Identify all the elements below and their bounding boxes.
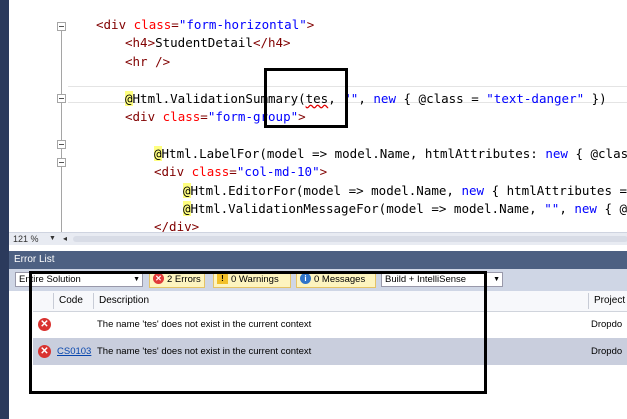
code-line[interactable]: <hr />	[125, 53, 170, 71]
code-token: <div	[154, 164, 192, 180]
code-token: "col-md-10"	[236, 164, 320, 180]
collapse-toggle-icon[interactable]	[57, 158, 66, 167]
window-left-edge	[0, 0, 9, 419]
chevron-down-icon: ▼	[493, 276, 500, 283]
code-line[interactable]: <div class="col-md-10">	[154, 163, 327, 181]
code-token: @	[183, 182, 191, 198]
code-token: new	[545, 145, 568, 161]
code-token: })	[584, 90, 607, 106]
collapse-toggle-icon[interactable]	[57, 140, 66, 149]
outline-guide	[61, 30, 62, 233]
horizontal-scrollbar[interactable]	[73, 236, 627, 242]
error-list-titlebar: Error List	[9, 251, 627, 269]
code-line[interactable]: @Html.ValidationSummary(tes, "", new { @…	[125, 90, 607, 108]
code-token: { @class =	[575, 145, 627, 161]
code-token: new	[574, 201, 597, 216]
code-line[interactable]: @Html.LabelFor(model => model.Name, html…	[154, 145, 627, 163]
code-line[interactable]: </div>	[154, 218, 199, 233]
code-token: =	[200, 109, 208, 124]
code-line[interactable]: <h4>StudentDetail</h4>	[125, 34, 291, 52]
code-token: ,	[358, 90, 374, 106]
annotation-box-errors	[29, 271, 487, 394]
error-project: Dropdo	[591, 319, 623, 330]
code-token: StudentDetail	[155, 35, 253, 51]
collapse-toggle-icon[interactable]	[57, 94, 66, 103]
code-token: </h4>	[252, 35, 291, 51]
code-token: class	[162, 109, 201, 124]
editor-status-bar: 121 % ▼ ◂	[9, 232, 627, 245]
code-token: Html.LabelFor(model => model.Name, htmlA…	[161, 145, 546, 161]
code-token: <div	[125, 109, 163, 124]
annotation-box-code	[264, 68, 348, 128]
code-token: </div>	[154, 219, 200, 233]
code-token: @	[154, 145, 162, 161]
code-token: =	[171, 17, 179, 32]
code-token: { htmlAttributes =	[484, 182, 627, 198]
code-token: >	[306, 17, 315, 32]
code-line[interactable]: @Html.ValidationMessageFor(model => mode…	[183, 200, 627, 218]
code-token: <h4>	[125, 35, 156, 51]
code-token: =	[229, 164, 237, 180]
collapse-toggle-icon[interactable]	[57, 22, 66, 31]
scroll-left-icon[interactable]: ◂	[63, 233, 67, 245]
error-project: Dropdo	[591, 346, 623, 357]
column-header-project[interactable]: Project	[594, 291, 625, 311]
code-token: class	[191, 164, 230, 180]
zoom-dropdown-icon[interactable]: ▼	[49, 233, 56, 245]
error-list-title: Error List	[14, 254, 55, 265]
code-line[interactable]: @Html.EditorFor(model => model.Name, new…	[183, 182, 627, 200]
code-token: >	[319, 164, 328, 180]
code-token: { @class =	[395, 90, 487, 106]
code-token: <div	[96, 17, 134, 32]
code-token: Html.ValidationMessageFor(model => model…	[190, 201, 545, 216]
code-token: ""	[544, 201, 560, 216]
code-line[interactable]: <div class="form-horizontal">	[96, 16, 314, 34]
code-token: @	[183, 201, 191, 216]
code-token: @	[125, 90, 133, 106]
column-separator[interactable]	[588, 293, 589, 309]
code-token: "form-horizontal"	[178, 17, 307, 32]
code-token: Html.EditorFor(model => model.Name,	[190, 182, 462, 198]
code-token: { @cla	[604, 201, 627, 216]
code-token: new	[461, 182, 485, 198]
code-token: class	[133, 17, 172, 32]
code-token: <hr />	[125, 53, 171, 69]
zoom-level[interactable]: 121 %	[13, 233, 39, 245]
code-token: "text-danger"	[486, 90, 585, 106]
code-token: ,	[559, 201, 575, 216]
code-token: new	[373, 90, 396, 106]
